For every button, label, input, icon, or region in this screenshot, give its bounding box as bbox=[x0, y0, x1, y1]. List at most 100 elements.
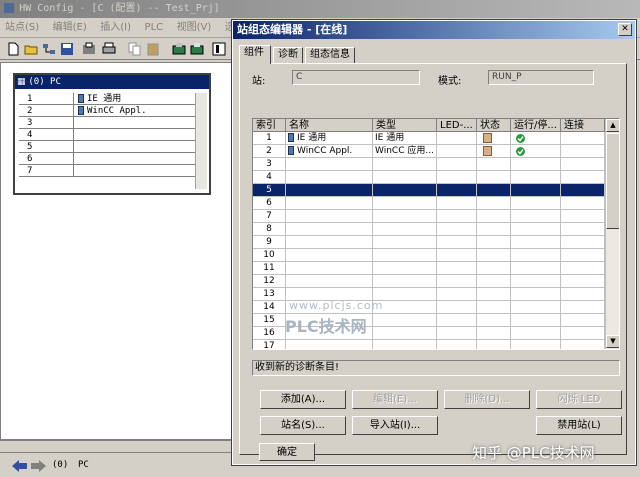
dialog-title: 站组态编辑器 - [在线] bbox=[237, 23, 348, 36]
delete-button[interactable]: 删除(D)... bbox=[444, 390, 530, 409]
table-row[interactable]: 12 bbox=[253, 275, 605, 288]
nav-arrows-icon[interactable] bbox=[12, 460, 46, 472]
tab-diagnostics[interactable]: 诊断 bbox=[273, 47, 303, 63]
copy-icon[interactable] bbox=[128, 42, 142, 56]
col-index[interactable]: 索引 bbox=[253, 119, 286, 132]
close-icon[interactable]: ✕ bbox=[618, 23, 632, 36]
station-label: 站: bbox=[252, 76, 266, 87]
import-station-button[interactable]: 导入站(I)... bbox=[352, 416, 438, 435]
cell-name bbox=[286, 184, 373, 197]
cell-index: 1 bbox=[253, 132, 286, 145]
cell-name-text: WinCC Appl. bbox=[297, 146, 353, 156]
cell-led bbox=[437, 288, 477, 301]
cell-status bbox=[477, 275, 511, 288]
col-led[interactable]: LED-... bbox=[437, 119, 477, 132]
cell-led bbox=[437, 184, 477, 197]
cell-connection bbox=[561, 288, 605, 301]
network-icon[interactable] bbox=[42, 42, 56, 56]
tab-components[interactable]: 组件 bbox=[239, 45, 271, 64]
tab-config-info[interactable]: 组态信息 bbox=[305, 47, 355, 63]
cell-index: 13 bbox=[253, 288, 286, 301]
cell-led bbox=[437, 171, 477, 184]
table-row[interactable]: 3 bbox=[253, 158, 605, 171]
col-run-stop[interactable]: 运行/停... bbox=[511, 119, 561, 132]
menu-edit[interactable]: 编辑(E) bbox=[48, 18, 92, 38]
scroll-up-icon[interactable]: ▲ bbox=[606, 119, 619, 132]
flash-led-button[interactable]: 闪烁 LED bbox=[536, 390, 622, 409]
scroll-down-icon[interactable]: ▼ bbox=[606, 335, 619, 348]
cell-run-stop bbox=[511, 236, 561, 249]
print-icon[interactable] bbox=[102, 42, 116, 56]
col-name[interactable]: 名称 bbox=[286, 119, 373, 132]
cell-status bbox=[477, 158, 511, 171]
add-button[interactable]: 添加(A)... bbox=[260, 390, 346, 409]
table-row[interactable]: 9 bbox=[253, 236, 605, 249]
cell-name bbox=[286, 275, 373, 288]
new-icon[interactable] bbox=[6, 42, 20, 56]
cell-led bbox=[437, 327, 477, 340]
cell-index: 7 bbox=[253, 210, 286, 223]
col-connection[interactable]: 连接 bbox=[561, 119, 605, 132]
rack-row[interactable]: 6 bbox=[19, 153, 197, 165]
disable-station-button[interactable]: 禁用站(L) bbox=[536, 416, 622, 435]
module-info-icon[interactable] bbox=[212, 42, 226, 56]
cell-led bbox=[437, 249, 477, 262]
cell-connection bbox=[561, 132, 605, 145]
status-module-icon bbox=[483, 133, 492, 143]
cell-status bbox=[477, 327, 511, 340]
save-compile-icon[interactable] bbox=[82, 42, 96, 56]
rack-row[interactable]: 5 bbox=[19, 141, 197, 153]
table-row[interactable]: 6 bbox=[253, 197, 605, 210]
table-row[interactable]: 17 bbox=[253, 340, 605, 349]
cell-led bbox=[437, 197, 477, 210]
menu-insert[interactable]: 插入(I) bbox=[95, 18, 136, 38]
table-row[interactable]: 10 bbox=[253, 249, 605, 262]
rack-row[interactable]: 2 WinCC Appl. bbox=[19, 105, 197, 117]
cell-connection bbox=[561, 249, 605, 262]
cell-name bbox=[286, 249, 373, 262]
table-row[interactable]: 4 bbox=[253, 171, 605, 184]
zhihu-watermark: 知乎 @PLC技术网 bbox=[472, 444, 595, 462]
rack-row[interactable]: 1 IE 通用 bbox=[19, 93, 197, 105]
cell-run-stop bbox=[511, 340, 561, 349]
menu-plc[interactable]: PLC bbox=[140, 18, 169, 38]
cell-led bbox=[437, 210, 477, 223]
cell-index: 10 bbox=[253, 249, 286, 262]
menu-view[interactable]: 视图(V) bbox=[172, 18, 217, 38]
col-status[interactable]: 状态 bbox=[477, 119, 511, 132]
table-vertical-scrollbar[interactable]: ▲ ▼ bbox=[605, 119, 619, 349]
cell-index: 12 bbox=[253, 275, 286, 288]
save-icon[interactable] bbox=[60, 42, 74, 56]
table-row[interactable]: 7 bbox=[253, 210, 605, 223]
table-row[interactable]: 1 IE 通用 IE 通用 bbox=[253, 132, 605, 145]
cell-connection bbox=[561, 275, 605, 288]
edit-button[interactable]: 编辑(E)... bbox=[352, 390, 438, 409]
cell-name bbox=[286, 340, 373, 349]
table-row[interactable]: 11 bbox=[253, 262, 605, 275]
cell-type bbox=[373, 314, 437, 327]
ok-button[interactable]: 确定 bbox=[259, 443, 315, 461]
rack-row[interactable]: 7 bbox=[19, 165, 197, 177]
rack-pc[interactable]: ▦ (0) PC 1 IE 通用 2 WinCC Appl. 3 4 5 6 7 bbox=[13, 73, 211, 195]
upload-icon[interactable] bbox=[190, 42, 204, 56]
table-row[interactable]: 2 WinCC Appl. WinCC 应用... bbox=[253, 145, 605, 158]
scroll-thumb[interactable] bbox=[606, 133, 619, 229]
open-folder-icon[interactable] bbox=[24, 42, 38, 56]
cell-type bbox=[373, 158, 437, 171]
rack-scrollbar[interactable] bbox=[195, 93, 207, 189]
table-row[interactable]: 8 bbox=[253, 223, 605, 236]
rack-row[interactable]: 3 bbox=[19, 117, 197, 129]
workspace-horizontal-scrollbar[interactable] bbox=[0, 440, 232, 450]
cell-run-stop bbox=[511, 145, 561, 158]
rack-row[interactable]: 4 bbox=[19, 129, 197, 141]
components-table[interactable]: 索引 名称 类型 LED-... 状态 运行/停... 连接 1 IE 通用 IE … bbox=[252, 118, 620, 350]
station-name-button[interactable]: 站名(S)... bbox=[260, 416, 346, 435]
paste-icon[interactable] bbox=[146, 42, 160, 56]
menu-station[interactable]: 站点(S) bbox=[0, 18, 44, 38]
download-icon[interactable] bbox=[172, 42, 186, 56]
cell-run-stop bbox=[511, 288, 561, 301]
col-type[interactable]: 类型 bbox=[373, 119, 437, 132]
mode-field: RUN_P bbox=[488, 70, 594, 85]
table-row[interactable]: 5 bbox=[253, 184, 605, 197]
cell-led bbox=[437, 158, 477, 171]
